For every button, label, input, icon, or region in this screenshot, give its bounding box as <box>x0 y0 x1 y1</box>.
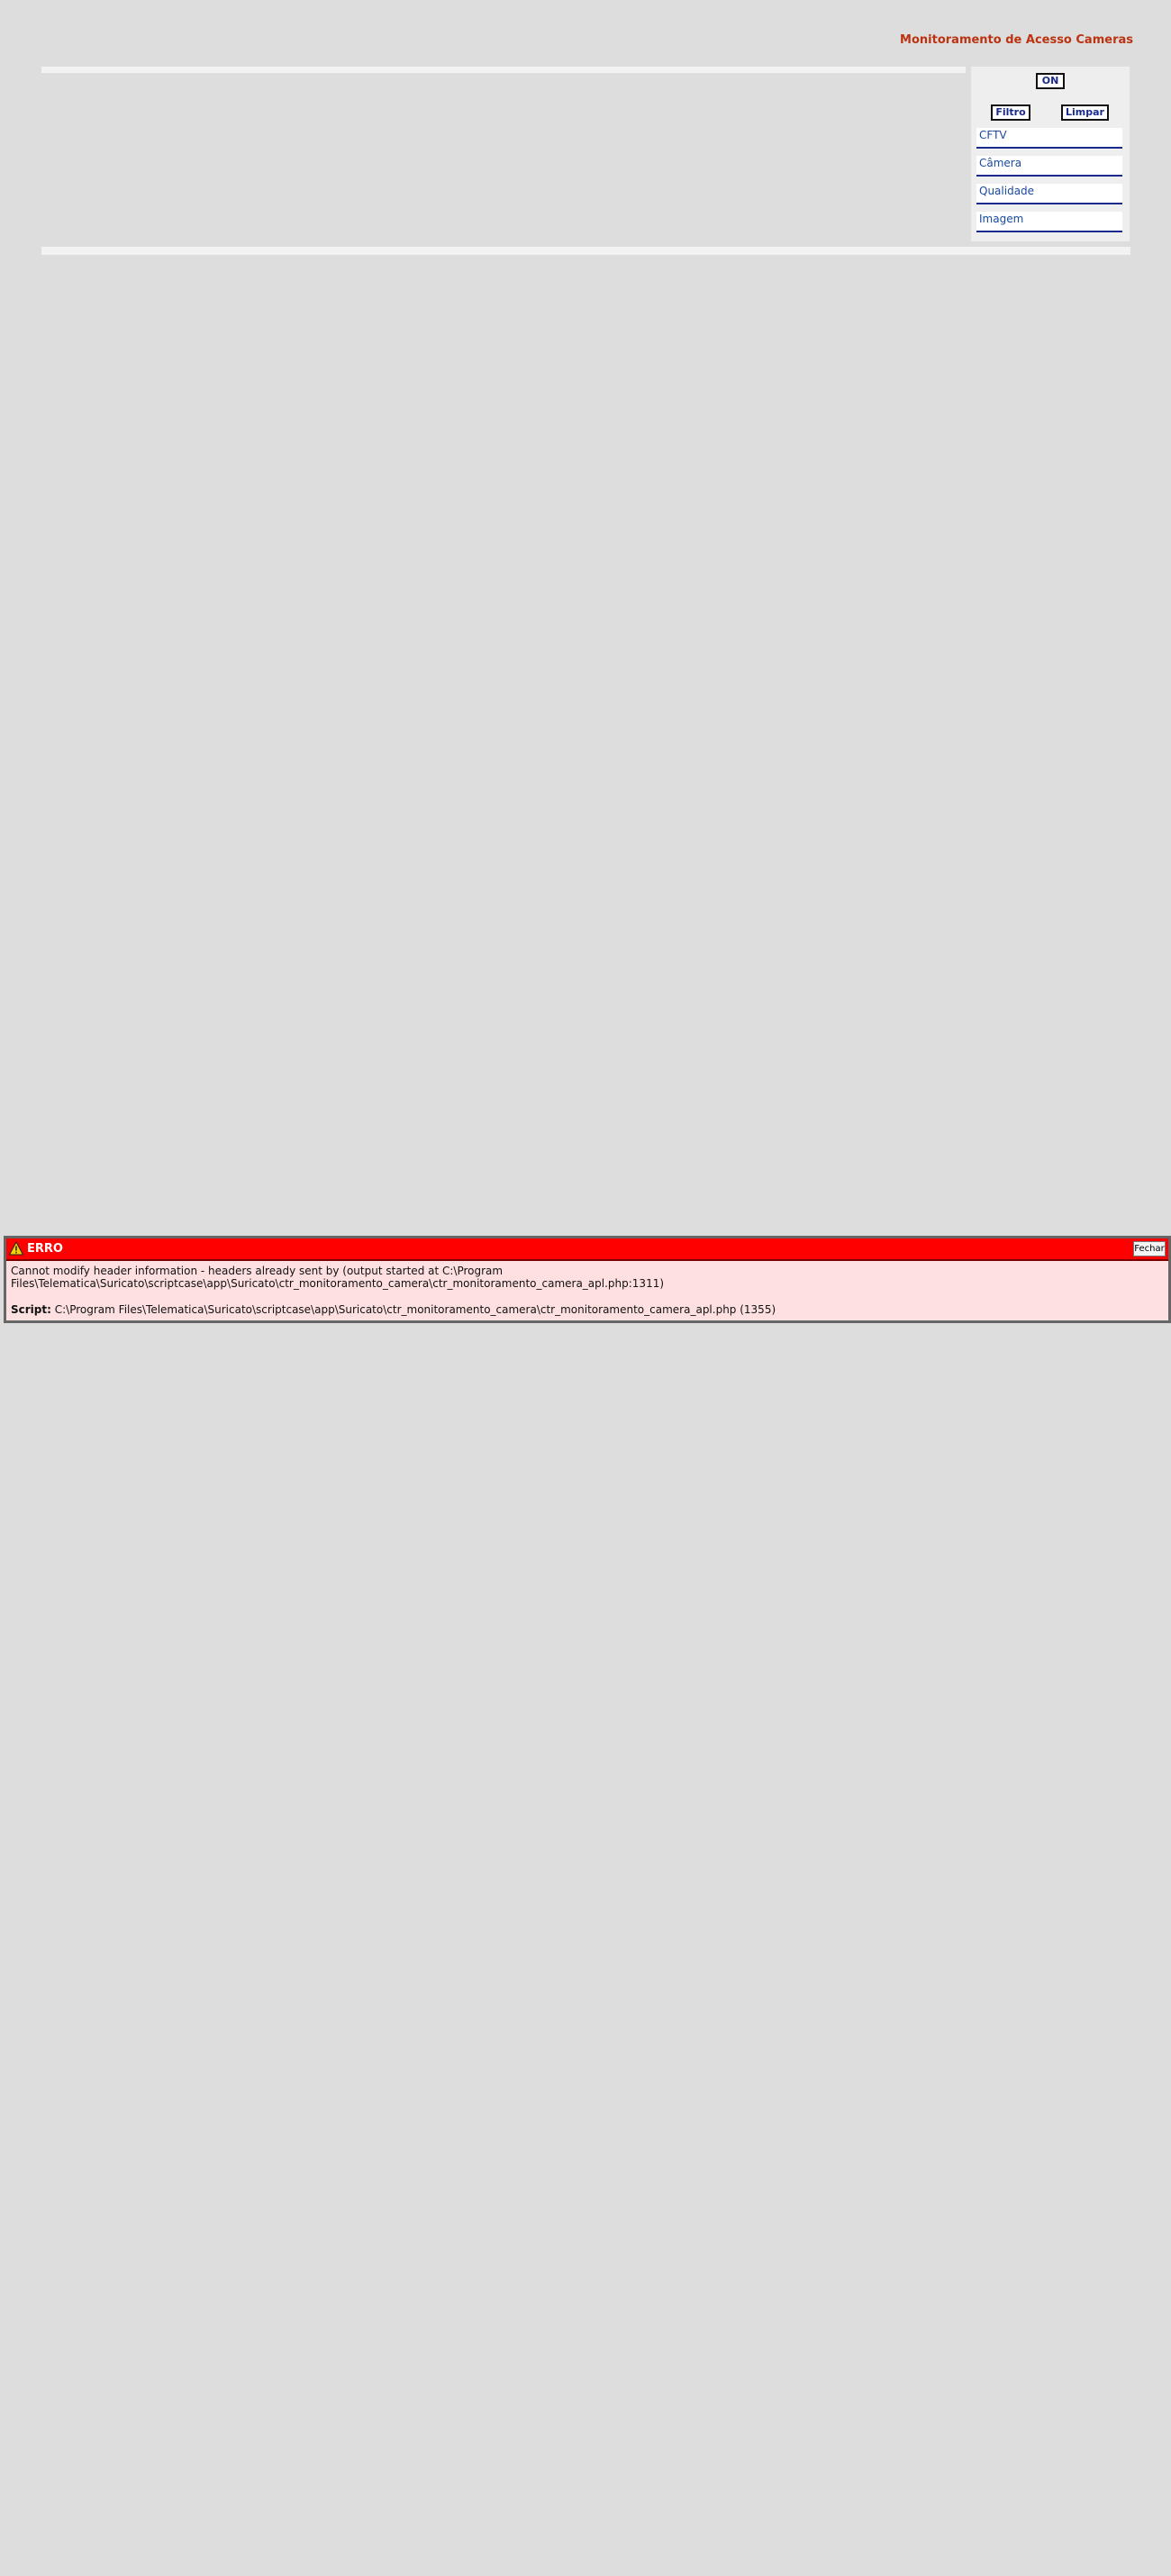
error-message-line-2: Files\Telematica\Suricato\scriptcase\app… <box>11 1277 665 1290</box>
error-dialog: ERRO Fechar Cannot modify header informa… <box>4 1236 1171 1323</box>
error-message: Cannot modify header information - heade… <box>11 1265 1163 1290</box>
error-script-path: C:\Program Files\Telematica\Suricato\scr… <box>54 1303 776 1316</box>
filter-field-qualidade[interactable]: Qualidade <box>976 184 1122 204</box>
error-title: ERRO <box>27 1242 63 1256</box>
error-script: Script: C:\Program Files\Telematica\Suri… <box>11 1303 1163 1316</box>
filter-button[interactable]: Filtro <box>991 104 1030 121</box>
bottom-divider-bar <box>41 247 1130 255</box>
filter-field-camera[interactable]: Câmera <box>976 156 1122 177</box>
page: Monitoramento de Acesso Cameras ON Filtr… <box>0 0 1171 2576</box>
on-button[interactable]: ON <box>1036 73 1065 89</box>
warning-icon <box>8 1240 24 1256</box>
error-message-line-1: Cannot modify header information - heade… <box>11 1265 504 1277</box>
clear-button[interactable]: Limpar <box>1061 104 1109 121</box>
filter-field-cftv[interactable]: CFTV <box>976 128 1122 149</box>
error-body: Cannot modify header information - heade… <box>11 1265 1163 1316</box>
filter-field-imagem[interactable]: Imagem <box>976 212 1122 232</box>
page-title: Monitoramento de Acesso Cameras <box>900 33 1133 47</box>
error-script-label: Script: <box>11 1303 51 1316</box>
close-button[interactable]: Fechar <box>1133 1241 1166 1256</box>
filter-panel: ON Filtro Limpar CFTV Câmera Qualidade I… <box>971 67 1130 241</box>
top-divider-bar <box>41 67 966 73</box>
error-header: ERRO Fechar <box>6 1238 1168 1261</box>
